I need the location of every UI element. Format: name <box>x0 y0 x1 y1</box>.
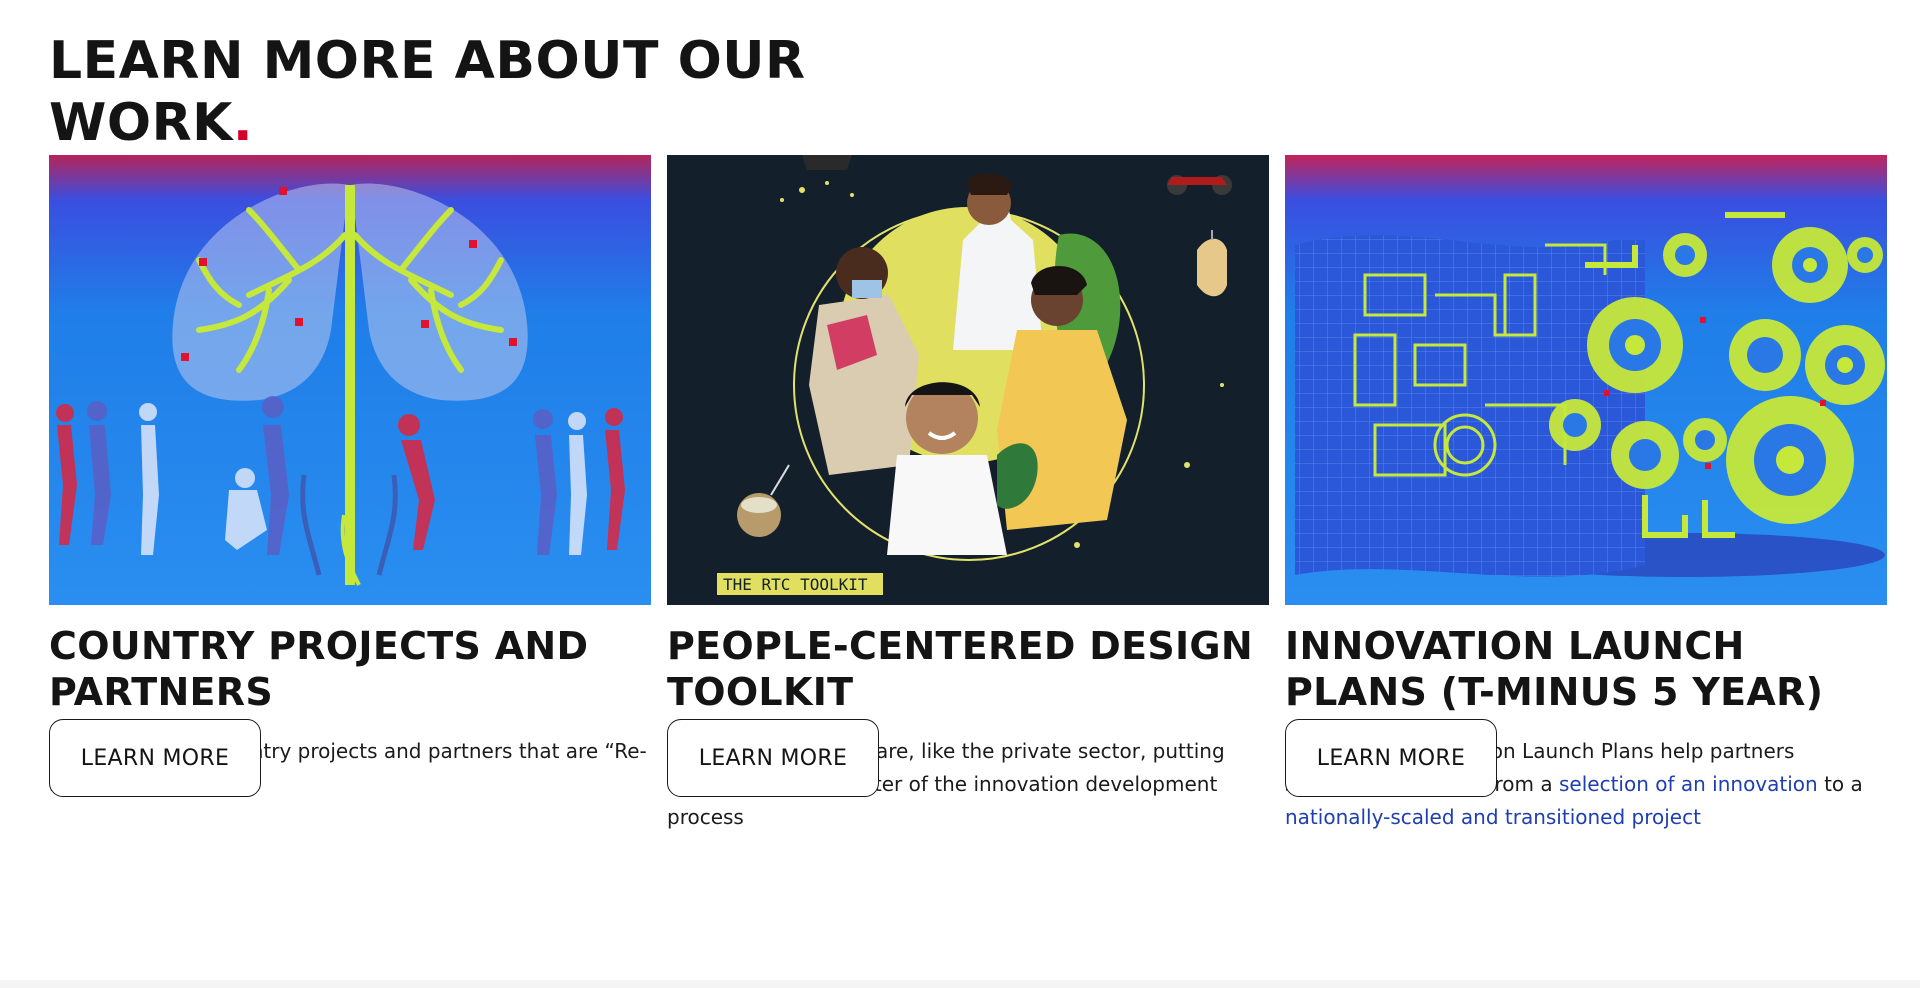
learn-more-button-innovation-launch-plans[interactable]: LEARN MORE <box>1285 719 1497 797</box>
section-heading: LEARN MORE ABOUT OUR WORK. <box>49 30 909 154</box>
description-middle: to a <box>1817 772 1863 796</box>
heading-accent-dot: . <box>232 93 254 153</box>
link-selection-of-an-innovation[interactable]: selection of an innovation <box>1559 772 1818 796</box>
card-country-projects: COUNTRY PROJECTS AND PARTNERS Learn abou… <box>49 155 651 801</box>
toolkit-image-label: THE RTC TOOLKIT <box>723 575 868 594</box>
learn-more-button-country-projects[interactable]: LEARN MORE <box>49 719 261 797</box>
section-bottom-divider <box>0 980 1920 988</box>
heading-text: LEARN MORE ABOUT OUR WORK <box>49 31 806 153</box>
card-title: PEOPLE-CENTERED DESIGN TOOLKIT <box>667 624 1254 714</box>
card-title: COUNTRY PROJECTS AND PARTNERS <box>49 624 589 714</box>
learn-more-button-design-toolkit[interactable]: LEARN MORE <box>667 719 879 797</box>
link-nationally-scaled-project[interactable]: nationally-scaled and transitioned proje… <box>1285 805 1701 829</box>
lungs-tree-illustration <box>49 155 651 605</box>
toolkit-collage-illustration: THE RTC TOOLKIT <box>667 155 1269 605</box>
card-title: INNOVATION LAUNCH PLANS (T-MINUS 5 YEAR) <box>1285 624 1824 714</box>
gears-blueprint-illustration <box>1285 155 1887 605</box>
